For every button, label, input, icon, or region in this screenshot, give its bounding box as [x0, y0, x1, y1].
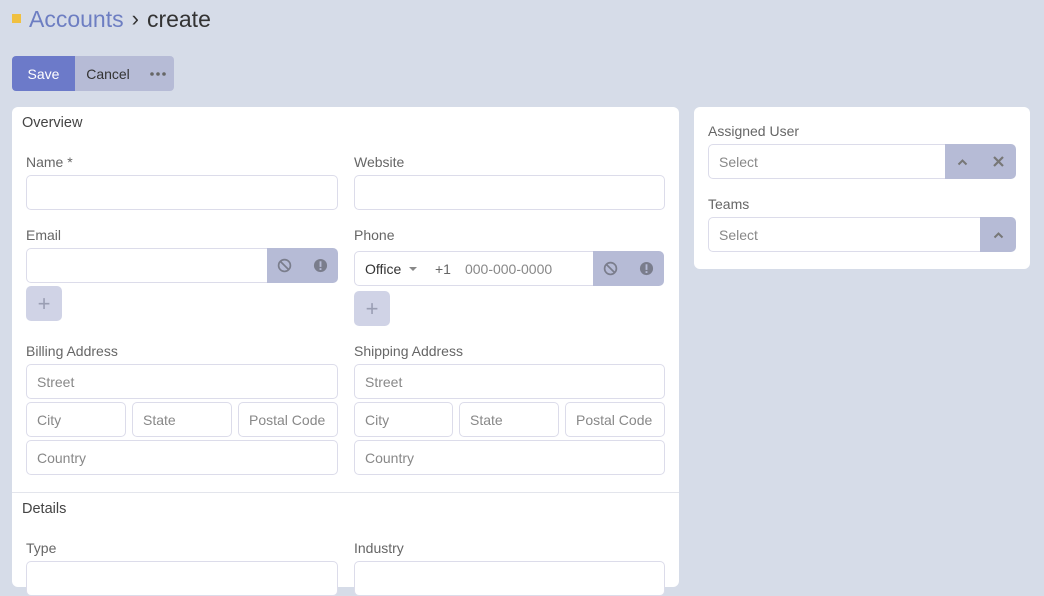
opt-out-icon — [277, 258, 292, 273]
chevron-up-icon — [993, 231, 1003, 238]
more-actions-button[interactable] — [141, 56, 174, 91]
billing-state-input[interactable] — [132, 402, 232, 437]
teams-input[interactable] — [708, 217, 982, 252]
more-dots-icon — [149, 71, 166, 76]
entity-color-icon — [12, 13, 21, 23]
chevron-up-icon — [958, 158, 968, 165]
email-add-button[interactable]: + — [26, 286, 62, 321]
assigned-user-clear-button[interactable] — [983, 144, 1013, 179]
shipping-address-label: Shipping Address — [354, 343, 463, 359]
phone-number-input[interactable] — [464, 260, 585, 277]
caret-down-icon — [409, 266, 418, 271]
side-panel: Assigned User Teams — [694, 107, 1030, 269]
breadcrumb: Accounts › create — [12, 4, 211, 34]
email-input[interactable] — [26, 248, 269, 283]
shipping-postal-code-input[interactable] — [565, 402, 665, 437]
teams-addon — [980, 217, 1016, 252]
email-addon — [267, 248, 338, 283]
shipping-city-input[interactable] — [354, 402, 453, 437]
industry-label: Industry — [354, 540, 404, 556]
action-buttons: Save Cancel — [12, 56, 174, 91]
overview-section-title: Overview — [22, 115, 83, 131]
name-input[interactable] — [26, 175, 338, 210]
email-label: Email — [26, 227, 62, 243]
industry-select[interactable] — [354, 561, 665, 596]
assigned-user-select-button[interactable] — [948, 144, 978, 179]
close-icon — [992, 156, 1004, 167]
plus-icon: + — [365, 295, 379, 321]
phone-type-value: Office — [365, 260, 402, 277]
assigned-user-label: Assigned User — [708, 123, 800, 139]
teams-label: Teams — [708, 196, 750, 212]
name-label: Name * — [26, 154, 73, 170]
shipping-country-input[interactable] — [354, 440, 665, 475]
assigned-user-input[interactable] — [708, 144, 948, 179]
details-section-title: Details — [22, 501, 67, 517]
phone-invalid-button[interactable] — [631, 251, 661, 286]
shipping-street-input[interactable] — [354, 364, 665, 399]
record-edit-panel: Overview Name * Website Email + Phone Of… — [12, 107, 679, 596]
email-invalid-button[interactable] — [305, 248, 335, 283]
exclamation-circle-icon — [639, 261, 653, 276]
exclamation-circle-icon — [313, 258, 327, 273]
opt-out-icon — [603, 261, 618, 276]
breadcrumb-accounts-link[interactable]: Accounts — [29, 6, 124, 33]
website-label: Website — [354, 154, 405, 170]
save-button[interactable]: Save — [12, 56, 75, 91]
phone-addon — [593, 251, 664, 286]
page-title: create — [146, 5, 211, 32]
email-opt-out-button[interactable] — [270, 248, 300, 283]
billing-city-input[interactable] — [26, 402, 126, 437]
phone-add-button[interactable]: + — [354, 291, 390, 326]
type-select[interactable] — [26, 561, 338, 596]
assigned-user-addon — [945, 144, 1016, 179]
plus-icon: + — [37, 290, 51, 316]
billing-postal-code-input[interactable] — [238, 402, 338, 437]
shipping-state-input[interactable] — [459, 402, 559, 437]
phone-number-field: +1 — [427, 251, 594, 286]
website-input[interactable] — [354, 175, 665, 210]
breadcrumb-separator: › — [131, 6, 139, 31]
billing-address-label: Billing Address — [26, 343, 118, 359]
phone-opt-out-button[interactable] — [596, 251, 626, 286]
billing-country-input[interactable] — [26, 440, 338, 475]
teams-select-button[interactable] — [983, 217, 1013, 252]
phone-country-code[interactable]: +1 — [435, 261, 451, 277]
phone-type-select[interactable]: Office — [354, 251, 428, 286]
phone-label: Phone — [354, 227, 395, 243]
section-divider — [12, 492, 679, 493]
billing-street-input[interactable] — [26, 364, 338, 399]
type-label: Type — [26, 540, 57, 556]
cancel-button[interactable]: Cancel — [75, 56, 141, 91]
